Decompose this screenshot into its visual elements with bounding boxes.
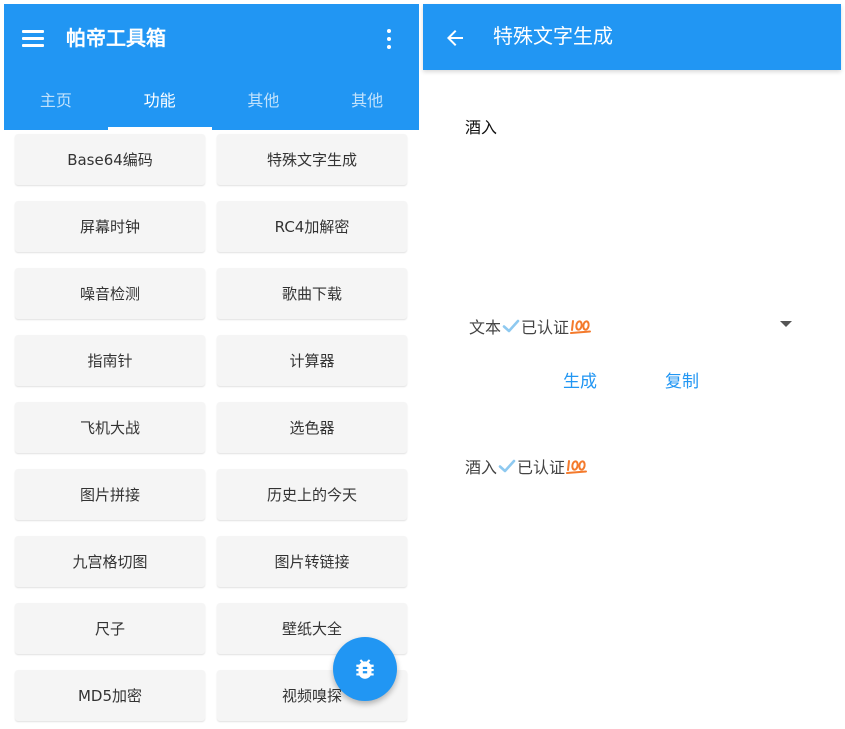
tool-button[interactable]: 计算器 <box>217 335 407 386</box>
tools-screen: 帕帝工具箱 主页 功能 其他 其他 Base64编码 特殊文字生成 屏幕时钟 R… <box>4 4 419 725</box>
app-bar: 帕帝工具箱 主页 功能 其他 其他 <box>4 4 419 130</box>
tool-grid: Base64编码 特殊文字生成 屏幕时钟 RC4加解密 噪音检测 歌曲下载 指南… <box>15 134 407 721</box>
tool-button[interactable]: 歌曲下载 <box>217 268 407 319</box>
more-options-icon[interactable] <box>379 26 399 52</box>
tab-home[interactable]: 主页 <box>4 72 108 130</box>
selected-style: 文本 已认证 <box>469 314 592 338</box>
tool-button[interactable]: 图片转链接 <box>217 536 407 587</box>
dropdown-arrow-icon <box>780 321 792 327</box>
tool-button[interactable]: 指南针 <box>15 335 205 386</box>
toolbar: 帕帝工具箱 <box>4 4 419 72</box>
app-title: 帕帝工具箱 <box>66 26 166 50</box>
copy-button[interactable]: 复制 <box>665 366 699 398</box>
output-prefix: 酒入 <box>465 458 498 477</box>
text-input[interactable]: 酒入 <box>465 114 497 138</box>
tool-button[interactable]: 九宫格切图 <box>15 536 205 587</box>
tool-button[interactable]: Base64编码 <box>15 134 205 185</box>
tab-bar: 主页 功能 其他 其他 <box>4 72 419 130</box>
selected-style-prefix: 文本 <box>469 318 502 337</box>
tool-button[interactable]: 噪音检测 <box>15 268 205 319</box>
bug-icon <box>356 659 374 679</box>
page-title: 特殊文字生成 <box>493 24 613 48</box>
check-mark-icon <box>498 459 516 473</box>
output-suffix: 已认证 <box>517 458 566 477</box>
check-mark-icon <box>502 319 520 333</box>
tool-button[interactable]: MD5加密 <box>15 670 205 721</box>
menu-icon[interactable] <box>22 28 46 48</box>
tab-other-1[interactable]: 其他 <box>212 72 316 130</box>
hundred-points-icon <box>570 320 592 334</box>
tool-button[interactable]: 特殊文字生成 <box>217 134 407 185</box>
tab-other-2[interactable]: 其他 <box>315 72 419 130</box>
tool-button[interactable]: 飞机大战 <box>15 402 205 453</box>
tool-button[interactable]: RC4加解密 <box>217 201 407 252</box>
style-select[interactable]: 文本 已认证 <box>465 308 800 342</box>
selected-style-suffix: 已认证 <box>521 318 570 337</box>
tool-button[interactable]: 历史上的今天 <box>217 469 407 520</box>
detail-app-bar: 特殊文字生成 <box>423 4 841 70</box>
special-text-screen: 特殊文字生成 酒入 文本 已认证 生成 复制 酒入 已认证 <box>423 4 841 725</box>
hundred-points-icon <box>566 460 588 474</box>
tool-button[interactable]: 选色器 <box>217 402 407 453</box>
bug-report-fab[interactable] <box>333 637 397 701</box>
tab-functions[interactable]: 功能 <box>107 72 212 130</box>
tool-button[interactable]: 图片拼接 <box>15 469 205 520</box>
generated-output: 酒入 已认证 <box>465 454 588 478</box>
back-arrow-icon[interactable] <box>443 26 467 50</box>
generate-button[interactable]: 生成 <box>563 366 597 398</box>
tool-button[interactable]: 尺子 <box>15 603 205 654</box>
tool-button[interactable]: 屏幕时钟 <box>15 201 205 252</box>
